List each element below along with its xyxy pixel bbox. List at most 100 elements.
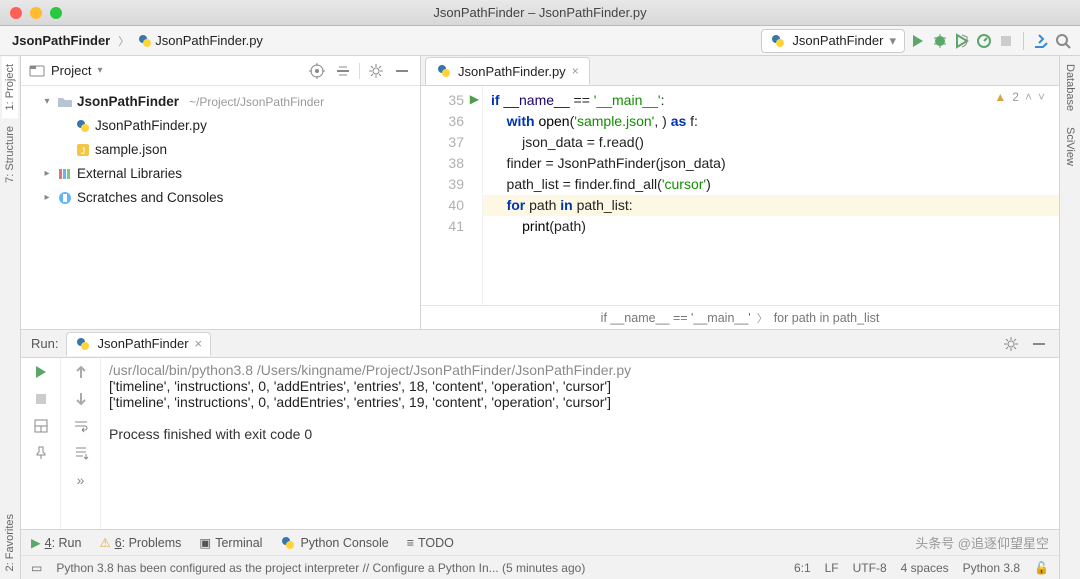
- layout-icon[interactable]: [33, 418, 49, 437]
- window-controls: [10, 7, 62, 19]
- run-gutter-icon[interactable]: ▶: [470, 92, 479, 106]
- editor-tab-active[interactable]: JsonPathFinder.py ×: [425, 57, 590, 85]
- code-line[interactable]: if __name__ == '__main__':: [483, 90, 1059, 111]
- problems-tool-button[interactable]: ⚠6: Problems: [99, 535, 181, 550]
- project-icon: [29, 63, 45, 79]
- code-line[interactable]: path_list = finder.find_all('cursor'): [483, 174, 1059, 195]
- editor-body[interactable]: ▶ 35363738394041 ▲ 2 ˄ ˅ if __name__ == …: [421, 86, 1059, 305]
- hide-icon[interactable]: [1029, 334, 1049, 354]
- run-tab[interactable]: JsonPathFinder ×: [66, 332, 211, 356]
- status-encoding[interactable]: UTF-8: [853, 561, 887, 575]
- tool-tab-database[interactable]: Database: [1062, 56, 1078, 119]
- chevron-down-icon[interactable]: ˅: [1038, 90, 1045, 104]
- up-arrow-icon[interactable]: [73, 364, 89, 383]
- tree-arrow-icon[interactable]: ▾: [41, 90, 53, 114]
- editor-gutter[interactable]: ▶ 35363738394041: [421, 86, 483, 305]
- run-config-selector[interactable]: JsonPathFinder ▾: [761, 29, 905, 53]
- run-tab-label: JsonPathFinder: [97, 336, 188, 351]
- minimize-window-button[interactable]: [30, 7, 42, 19]
- scratch-icon: [57, 190, 73, 206]
- code-crumb-1[interactable]: for path in path_list: [774, 311, 880, 325]
- git-update-button[interactable]: [1032, 32, 1050, 50]
- python-console-tool-button[interactable]: Python Console: [280, 535, 388, 551]
- stop-button-disabled: [997, 32, 1015, 50]
- python-icon: [280, 535, 296, 551]
- chevron-right-icon: 〉: [118, 33, 129, 49]
- run-button[interactable]: [909, 32, 927, 50]
- breadcrumb-file[interactable]: JsonPathFinder.py: [133, 31, 267, 51]
- code-breadcrumbs[interactable]: if __name__ == '__main__' 〉 for path in …: [421, 305, 1059, 329]
- tool-tab-project[interactable]: 1: Project: [2, 56, 18, 118]
- code-line[interactable]: json_data = f.read(): [483, 132, 1059, 153]
- terminal-icon: ▣: [199, 535, 211, 550]
- status-icon[interactable]: ▭: [31, 561, 42, 575]
- status-indent[interactable]: 4 spaces: [901, 561, 949, 575]
- gear-icon[interactable]: [1001, 334, 1021, 354]
- titlebar: JsonPathFinder – JsonPathFinder.py: [0, 0, 1080, 26]
- tool-tab-structure[interactable]: 7: Structure: [2, 118, 18, 191]
- tree-label: Scratches and Consoles: [77, 186, 223, 210]
- project-tree[interactable]: ▾JsonPathFinder~/Project/JsonPathFinderJ…: [21, 86, 420, 214]
- problems-icon: ⚠: [99, 535, 110, 550]
- dropdown-icon[interactable]: ▾: [97, 65, 102, 76]
- warning-count: 2: [1012, 90, 1019, 104]
- close-icon[interactable]: ×: [572, 64, 579, 78]
- code-line[interactable]: with open('sample.json', ) as f:: [483, 111, 1059, 132]
- status-line-sep[interactable]: LF: [825, 561, 839, 575]
- collapse-all-icon[interactable]: [333, 61, 353, 81]
- more-icon[interactable]: »: [77, 472, 85, 488]
- close-window-button[interactable]: [10, 7, 22, 19]
- gear-icon[interactable]: [366, 61, 386, 81]
- close-icon[interactable]: ×: [195, 336, 203, 351]
- hide-icon[interactable]: [392, 61, 412, 81]
- run-icon: ▶: [31, 535, 41, 550]
- debug-button[interactable]: [931, 32, 949, 50]
- run-output[interactable]: /usr/local/bin/python3.8 /Users/kingname…: [101, 358, 1059, 529]
- breadcrumb-root[interactable]: JsonPathFinder: [8, 31, 114, 50]
- code-line[interactable]: print(path): [483, 216, 1059, 237]
- chevron-up-icon[interactable]: ˄: [1025, 90, 1032, 104]
- tree-row[interactable]: Jsample.json: [23, 138, 418, 162]
- editor-code-area[interactable]: ▲ 2 ˄ ˅ if __name__ == '__main__': with …: [483, 86, 1059, 305]
- run-panel-header: Run: JsonPathFinder ×: [21, 330, 1059, 358]
- inspection-widget[interactable]: ▲ 2 ˄ ˅: [994, 90, 1045, 104]
- rerun-button[interactable]: [33, 364, 49, 383]
- soft-wrap-icon[interactable]: [73, 418, 89, 437]
- pin-icon[interactable]: [33, 445, 49, 464]
- status-bar: ▭ Python 3.8 has been configured as the …: [21, 555, 1059, 579]
- tree-row[interactable]: ▸ Scratches and Consoles: [23, 186, 418, 210]
- run-config-label: JsonPathFinder: [792, 33, 883, 48]
- run-tool-button[interactable]: ▶4: Run: [31, 535, 81, 550]
- code-line[interactable]: for path in path_list:: [483, 195, 1059, 216]
- profile-button[interactable]: [975, 32, 993, 50]
- watermark-text: 头条号 @追逐仰望星空: [915, 533, 1049, 552]
- tree-row[interactable]: ▸External Libraries: [23, 162, 418, 186]
- lib-icon: [57, 166, 73, 182]
- zoom-window-button[interactable]: [50, 7, 62, 19]
- status-caret-pos[interactable]: 6:1: [794, 561, 811, 575]
- todo-tool-button[interactable]: ≡TODO: [407, 536, 454, 550]
- run-panel-title: Run:: [31, 336, 58, 351]
- tree-label: sample.json: [95, 138, 167, 162]
- python-file-icon: [770, 33, 786, 49]
- project-pane-title: Project: [51, 63, 91, 78]
- down-arrow-icon[interactable]: [73, 391, 89, 410]
- tree-row[interactable]: ▾JsonPathFinder~/Project/JsonPathFinder: [23, 90, 418, 114]
- locate-icon[interactable]: [307, 61, 327, 81]
- tree-arrow-icon[interactable]: ▸: [41, 186, 53, 210]
- scroll-end-icon[interactable]: [73, 445, 89, 464]
- tree-row[interactable]: JsonPathFinder.py: [23, 114, 418, 138]
- lock-icon[interactable]: 🔓: [1034, 561, 1049, 575]
- status-interpreter[interactable]: Python 3.8: [963, 561, 1020, 575]
- coverage-button[interactable]: [953, 32, 971, 50]
- run-tool-window: Run: JsonPathFinder ×: [21, 329, 1059, 529]
- tree-arrow-icon[interactable]: ▸: [41, 162, 53, 186]
- tool-tab-favorites[interactable]: 2: Favorites: [2, 506, 18, 579]
- tool-tab-sciview[interactable]: SciView: [1062, 119, 1078, 174]
- code-line[interactable]: finder = JsonPathFinder(json_data): [483, 153, 1059, 174]
- json-icon: J: [75, 142, 91, 158]
- bottom-tool-rail: ▶4: Run ⚠6: Problems ▣Terminal Python Co…: [21, 529, 1059, 555]
- code-crumb-0[interactable]: if __name__ == '__main__': [601, 311, 751, 325]
- terminal-tool-button[interactable]: ▣Terminal: [199, 535, 262, 550]
- search-button[interactable]: [1054, 32, 1072, 50]
